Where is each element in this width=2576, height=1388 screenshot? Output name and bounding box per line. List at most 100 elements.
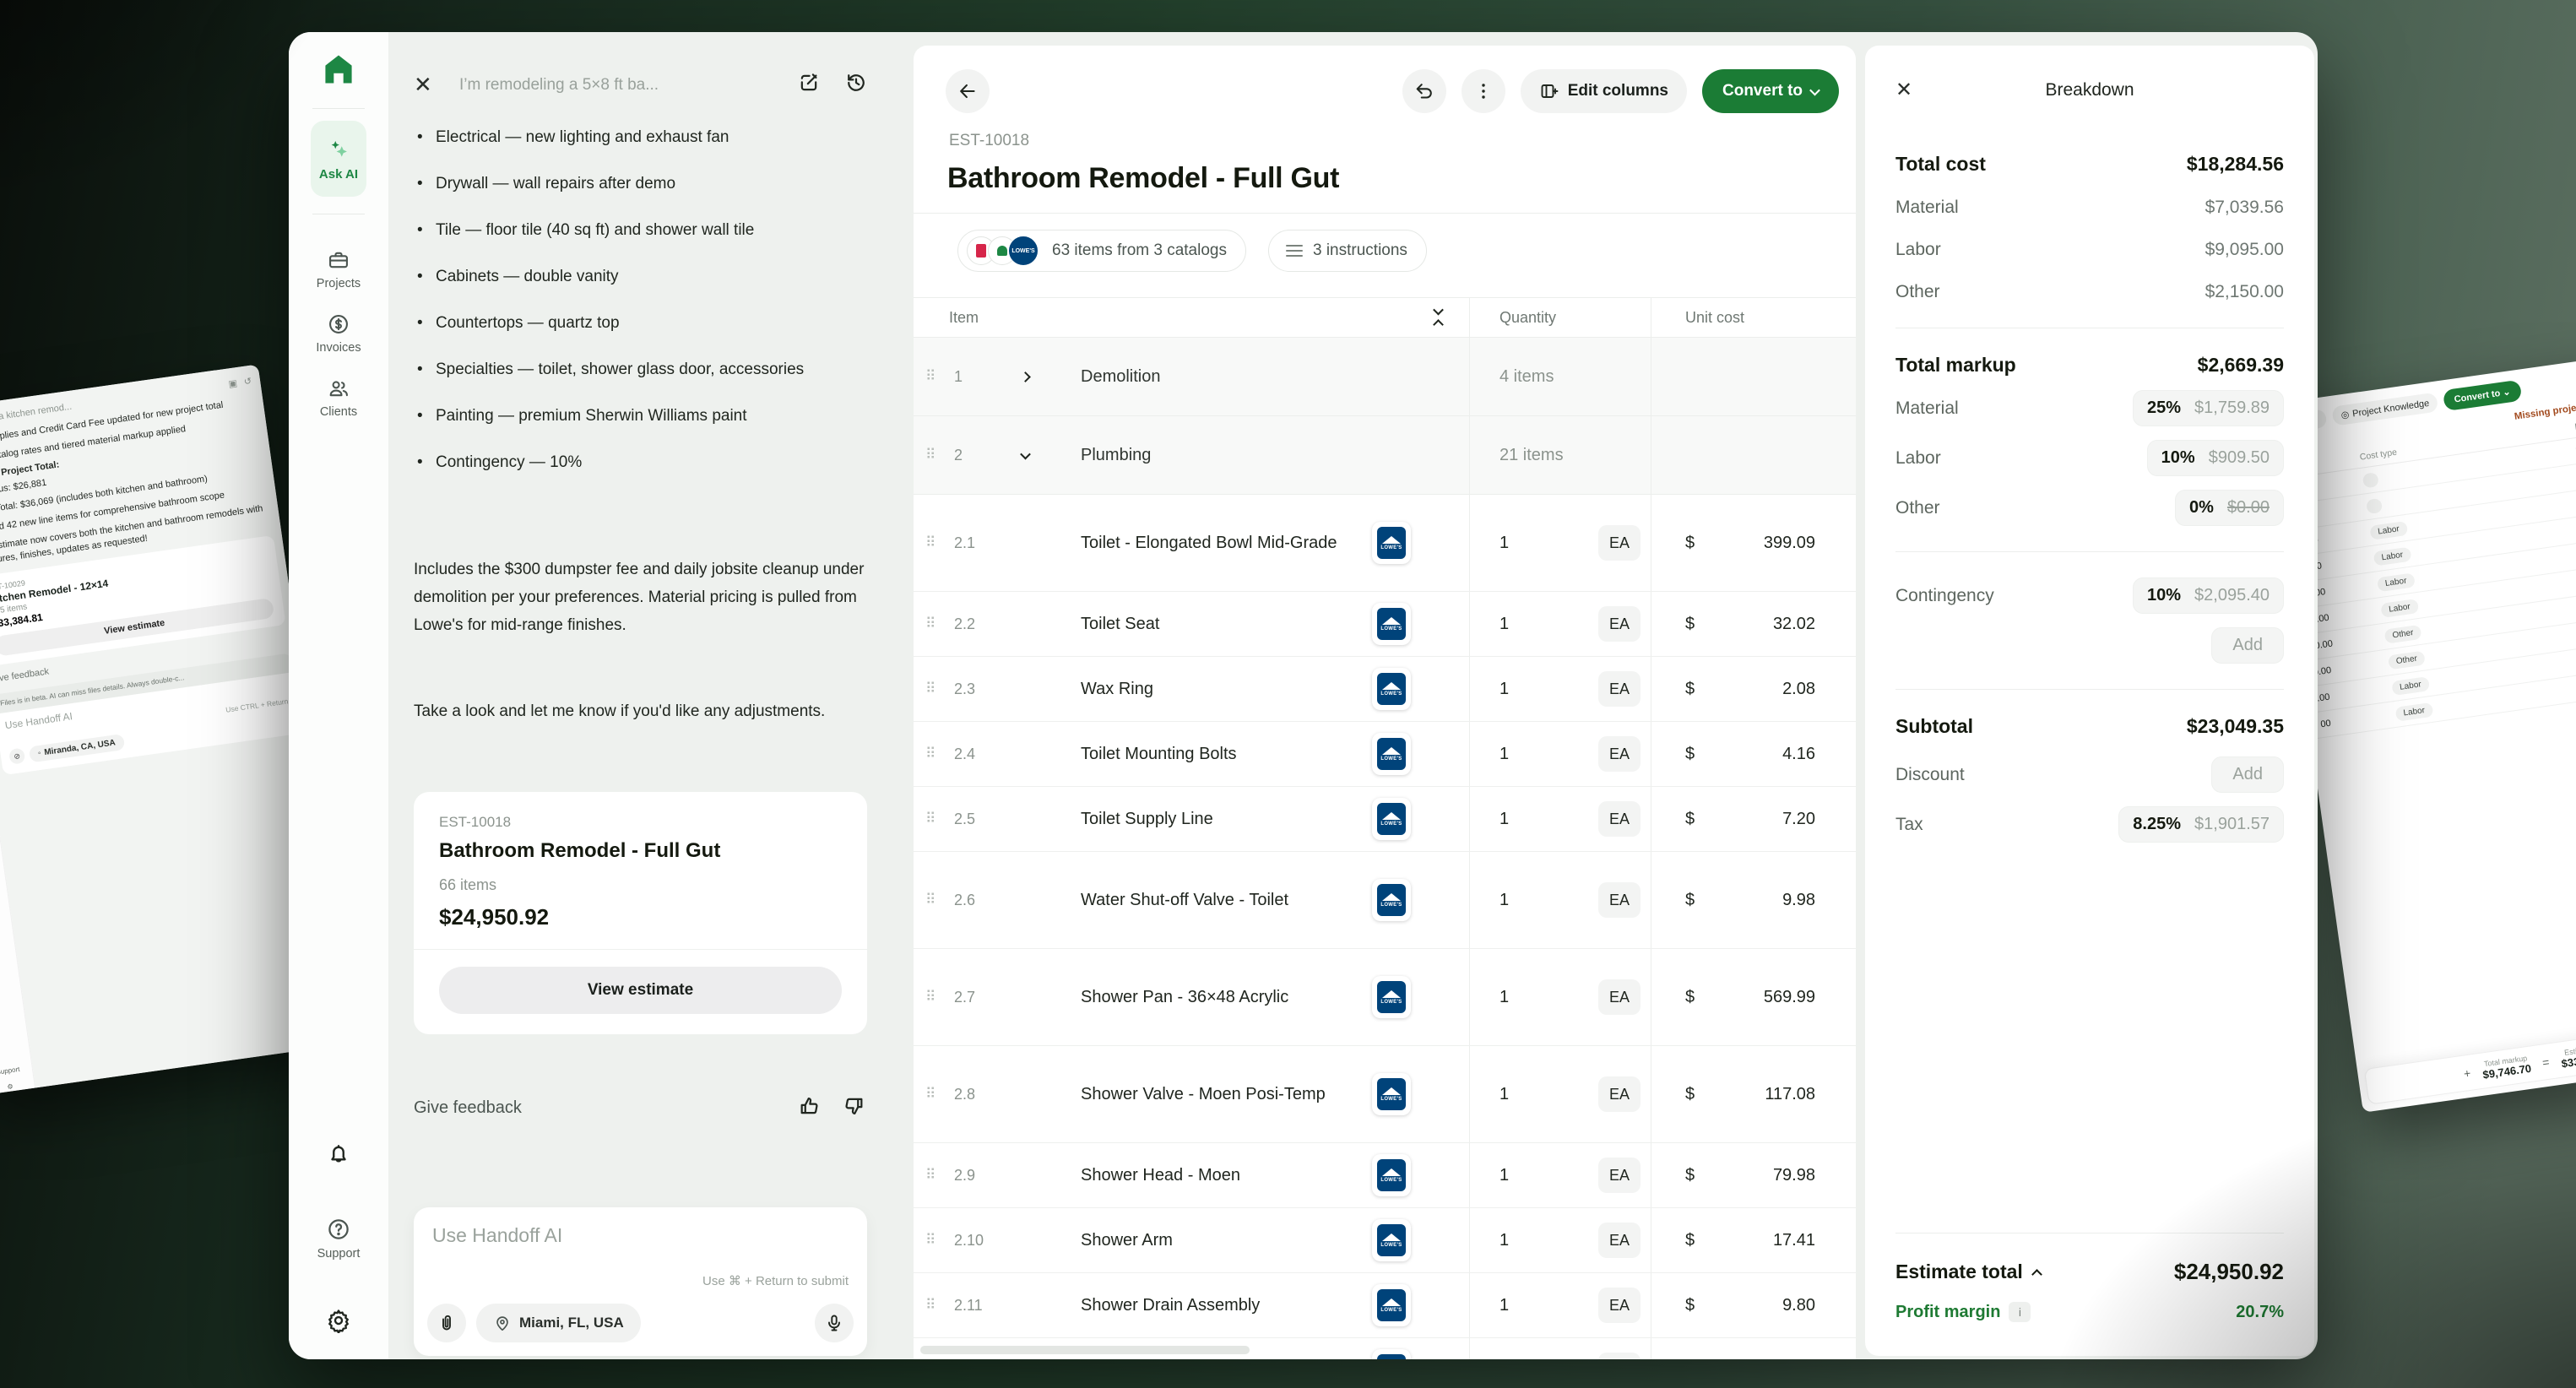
- markup-edit-pill[interactable]: 0% $0.00: [2175, 490, 2284, 526]
- chat-input[interactable]: Use Handoff AI Use ⌘ + Return to submit …: [414, 1207, 867, 1356]
- table-row[interactable]: ⠿ 2.4 Toilet Mounting Bolts LOWE'S 1 EA …: [914, 722, 1856, 787]
- drag-handle[interactable]: ⠿: [925, 447, 944, 464]
- table-row[interactable]: ⠿ 2.3 Wax Ring LOWE'S 1 EA $ 2.08: [914, 657, 1856, 722]
- drag-handle[interactable]: ⠿: [925, 615, 944, 632]
- quantity-value[interactable]: 1: [1500, 745, 1598, 764]
- location-chip[interactable]: Miami, FL, USA: [476, 1304, 641, 1342]
- sidebar-item-invoices[interactable]: Invoices: [316, 312, 361, 355]
- unit-badge[interactable]: EA: [1598, 606, 1641, 642]
- quantity-value[interactable]: 1: [1500, 615, 1598, 634]
- instructions-pill[interactable]: 3 instructions: [1268, 230, 1427, 272]
- drag-handle[interactable]: ⠿: [925, 680, 944, 697]
- drag-handle[interactable]: ⠿: [925, 746, 944, 762]
- unit-badge[interactable]: EA: [1598, 671, 1641, 707]
- thumbs-up-button[interactable]: [798, 1094, 823, 1122]
- unit-cost-value[interactable]: 17.41: [1695, 1231, 1815, 1250]
- table-row[interactable]: ⠿ 2.8 Shower Valve - Moen Posi-Temp LOWE…: [914, 1046, 1856, 1143]
- expand-collapse-icon[interactable]: [1022, 452, 1081, 459]
- thumbs-down-button[interactable]: [842, 1094, 867, 1122]
- close-chat-icon[interactable]: ✕: [414, 72, 447, 98]
- quantity-value[interactable]: 4 items: [1500, 367, 1651, 387]
- estimate-total-toggle[interactable]: Estimate total: [1895, 1261, 2041, 1283]
- unit-cost-value[interactable]: 4.16: [1695, 745, 1815, 764]
- quantity-value[interactable]: 1: [1500, 891, 1598, 910]
- contingency-edit-pill[interactable]: 10% $2,095.40: [2133, 577, 2284, 614]
- unit-cost-value[interactable]: 399.09: [1695, 534, 1815, 553]
- sidebar-item-projects[interactable]: Projects: [317, 248, 361, 290]
- unit-cost-value[interactable]: 79.98: [1695, 1166, 1815, 1185]
- quantity-value[interactable]: 1: [1500, 1296, 1598, 1315]
- history-icon[interactable]: [832, 71, 880, 99]
- quantity-value[interactable]: 1: [1500, 1085, 1598, 1104]
- drag-handle[interactable]: ⠿: [925, 989, 944, 1006]
- table-row[interactable]: ⠿ 2.5 Toilet Supply Line LOWE'S 1 EA $: [914, 787, 1856, 852]
- settings-button[interactable]: [326, 1308, 351, 1337]
- convert-to-button[interactable]: Convert to: [1702, 69, 1839, 113]
- unit-badge[interactable]: EA: [1598, 801, 1641, 837]
- unit-badge[interactable]: EA: [1598, 1076, 1641, 1112]
- table-row[interactable]: ⠿ 2.10 Shower Arm LOWE'S 1 EA $ 17.: [914, 1208, 1856, 1273]
- handoff-logo[interactable]: [320, 51, 357, 88]
- table-row[interactable]: ⠿ 2.9 Shower Head - Moen LOWE'S 1 EA $: [914, 1143, 1856, 1208]
- quantity-value[interactable]: 21 items: [1500, 446, 1651, 465]
- sidebar-item-clients[interactable]: Clients: [320, 377, 357, 419]
- view-estimate-button[interactable]: View estimate: [439, 967, 842, 1014]
- sidebar-item-ask-ai[interactable]: Ask AI: [311, 121, 366, 197]
- unit-cost-value[interactable]: 9.80: [1695, 1296, 1815, 1315]
- drag-handle[interactable]: ⠿: [925, 811, 944, 827]
- attach-button[interactable]: [427, 1304, 466, 1342]
- more-options-button[interactable]: [1462, 69, 1505, 113]
- quantity-value[interactable]: 1: [1500, 988, 1598, 1007]
- undo-button[interactable]: [1402, 69, 1446, 113]
- quantity-value[interactable]: 1: [1500, 534, 1598, 553]
- unit-badge[interactable]: EA: [1598, 525, 1641, 561]
- drag-handle[interactable]: ⠿: [925, 534, 944, 551]
- table-row[interactable]: ⠿ 2.7 Shower Pan - 36×48 Acrylic LOWE'S …: [914, 949, 1856, 1046]
- table-row[interactable]: ⠿ 2.11 Shower Drain Assembly LOWE'S 1 EA…: [914, 1273, 1856, 1338]
- collapse-all-icon[interactable]: [1434, 307, 1442, 328]
- unit-cost-value[interactable]: 32.02: [1695, 615, 1815, 634]
- drag-handle[interactable]: ⠿: [925, 1167, 944, 1184]
- table-row[interactable]: ⠿ 1 Demolition LOWE'S 4 items: [914, 338, 1856, 416]
- table-row[interactable]: ⠿ 2.2 Toilet Seat LOWE'S 1 EA $ 32.: [914, 592, 1856, 657]
- edit-columns-button[interactable]: Edit columns: [1521, 69, 1687, 113]
- close-breakdown-icon[interactable]: ✕: [1895, 78, 1946, 102]
- tax-edit-pill[interactable]: 8.25% $1,901.57: [2118, 806, 2284, 843]
- unit-cost-value[interactable]: 2.08: [1695, 680, 1815, 699]
- mic-button[interactable]: [815, 1304, 854, 1342]
- unit-badge[interactable]: EA: [1598, 1288, 1641, 1323]
- drag-handle[interactable]: ⠿: [925, 368, 944, 385]
- drag-handle[interactable]: ⠿: [925, 1297, 944, 1314]
- back-button[interactable]: [946, 69, 990, 113]
- drag-handle[interactable]: ⠿: [925, 1086, 944, 1103]
- notifications-button[interactable]: [326, 1141, 351, 1171]
- unit-badge[interactable]: EA: [1598, 736, 1641, 772]
- add-discount-button[interactable]: Add: [2211, 756, 2284, 793]
- expand-collapse-icon[interactable]: [1022, 373, 1081, 381]
- unit-cost-value[interactable]: 7.20: [1695, 810, 1815, 829]
- horizontal-scrollbar[interactable]: [920, 1346, 1250, 1354]
- unit-badge[interactable]: EA: [1598, 1353, 1641, 1359]
- unit-cost-value[interactable]: 569.99: [1695, 988, 1815, 1007]
- drag-handle[interactable]: ⠿: [925, 1232, 944, 1249]
- unit-badge[interactable]: EA: [1598, 882, 1641, 918]
- table-row[interactable]: ⠿ 2 Plumbing LOWE'S 21 items: [914, 416, 1856, 495]
- add-markup-button[interactable]: Add: [2211, 627, 2284, 664]
- unit-cost-value[interactable]: 9.98: [1695, 891, 1815, 910]
- quantity-value[interactable]: 1: [1500, 810, 1598, 829]
- sidebar-item-support[interactable]: Support: [317, 1217, 361, 1261]
- quantity-value[interactable]: 1: [1500, 1166, 1598, 1185]
- table-row[interactable]: ⠿ 2.6 Water Shut-off Valve - Toilet LOWE…: [914, 852, 1856, 949]
- quantity-value[interactable]: 1: [1500, 680, 1598, 699]
- unit-badge[interactable]: EA: [1598, 1223, 1641, 1258]
- info-icon[interactable]: i: [2009, 1302, 2031, 1322]
- quantity-value[interactable]: 1: [1500, 1231, 1598, 1250]
- markup-edit-pill[interactable]: 10% $909.50: [2147, 440, 2284, 476]
- drag-handle[interactable]: ⠿: [925, 892, 944, 908]
- unit-cost-value[interactable]: 117.08: [1695, 1085, 1815, 1104]
- catalogs-pill[interactable]: LOWE'S 63 items from 3 catalogs: [957, 230, 1246, 272]
- unit-badge[interactable]: EA: [1598, 979, 1641, 1015]
- table-row[interactable]: ⠿ 2.1 Toilet - Elongated Bowl Mid-Grade …: [914, 495, 1856, 592]
- new-chat-icon[interactable]: [785, 71, 832, 99]
- markup-edit-pill[interactable]: 25% $1,759.89: [2133, 390, 2284, 426]
